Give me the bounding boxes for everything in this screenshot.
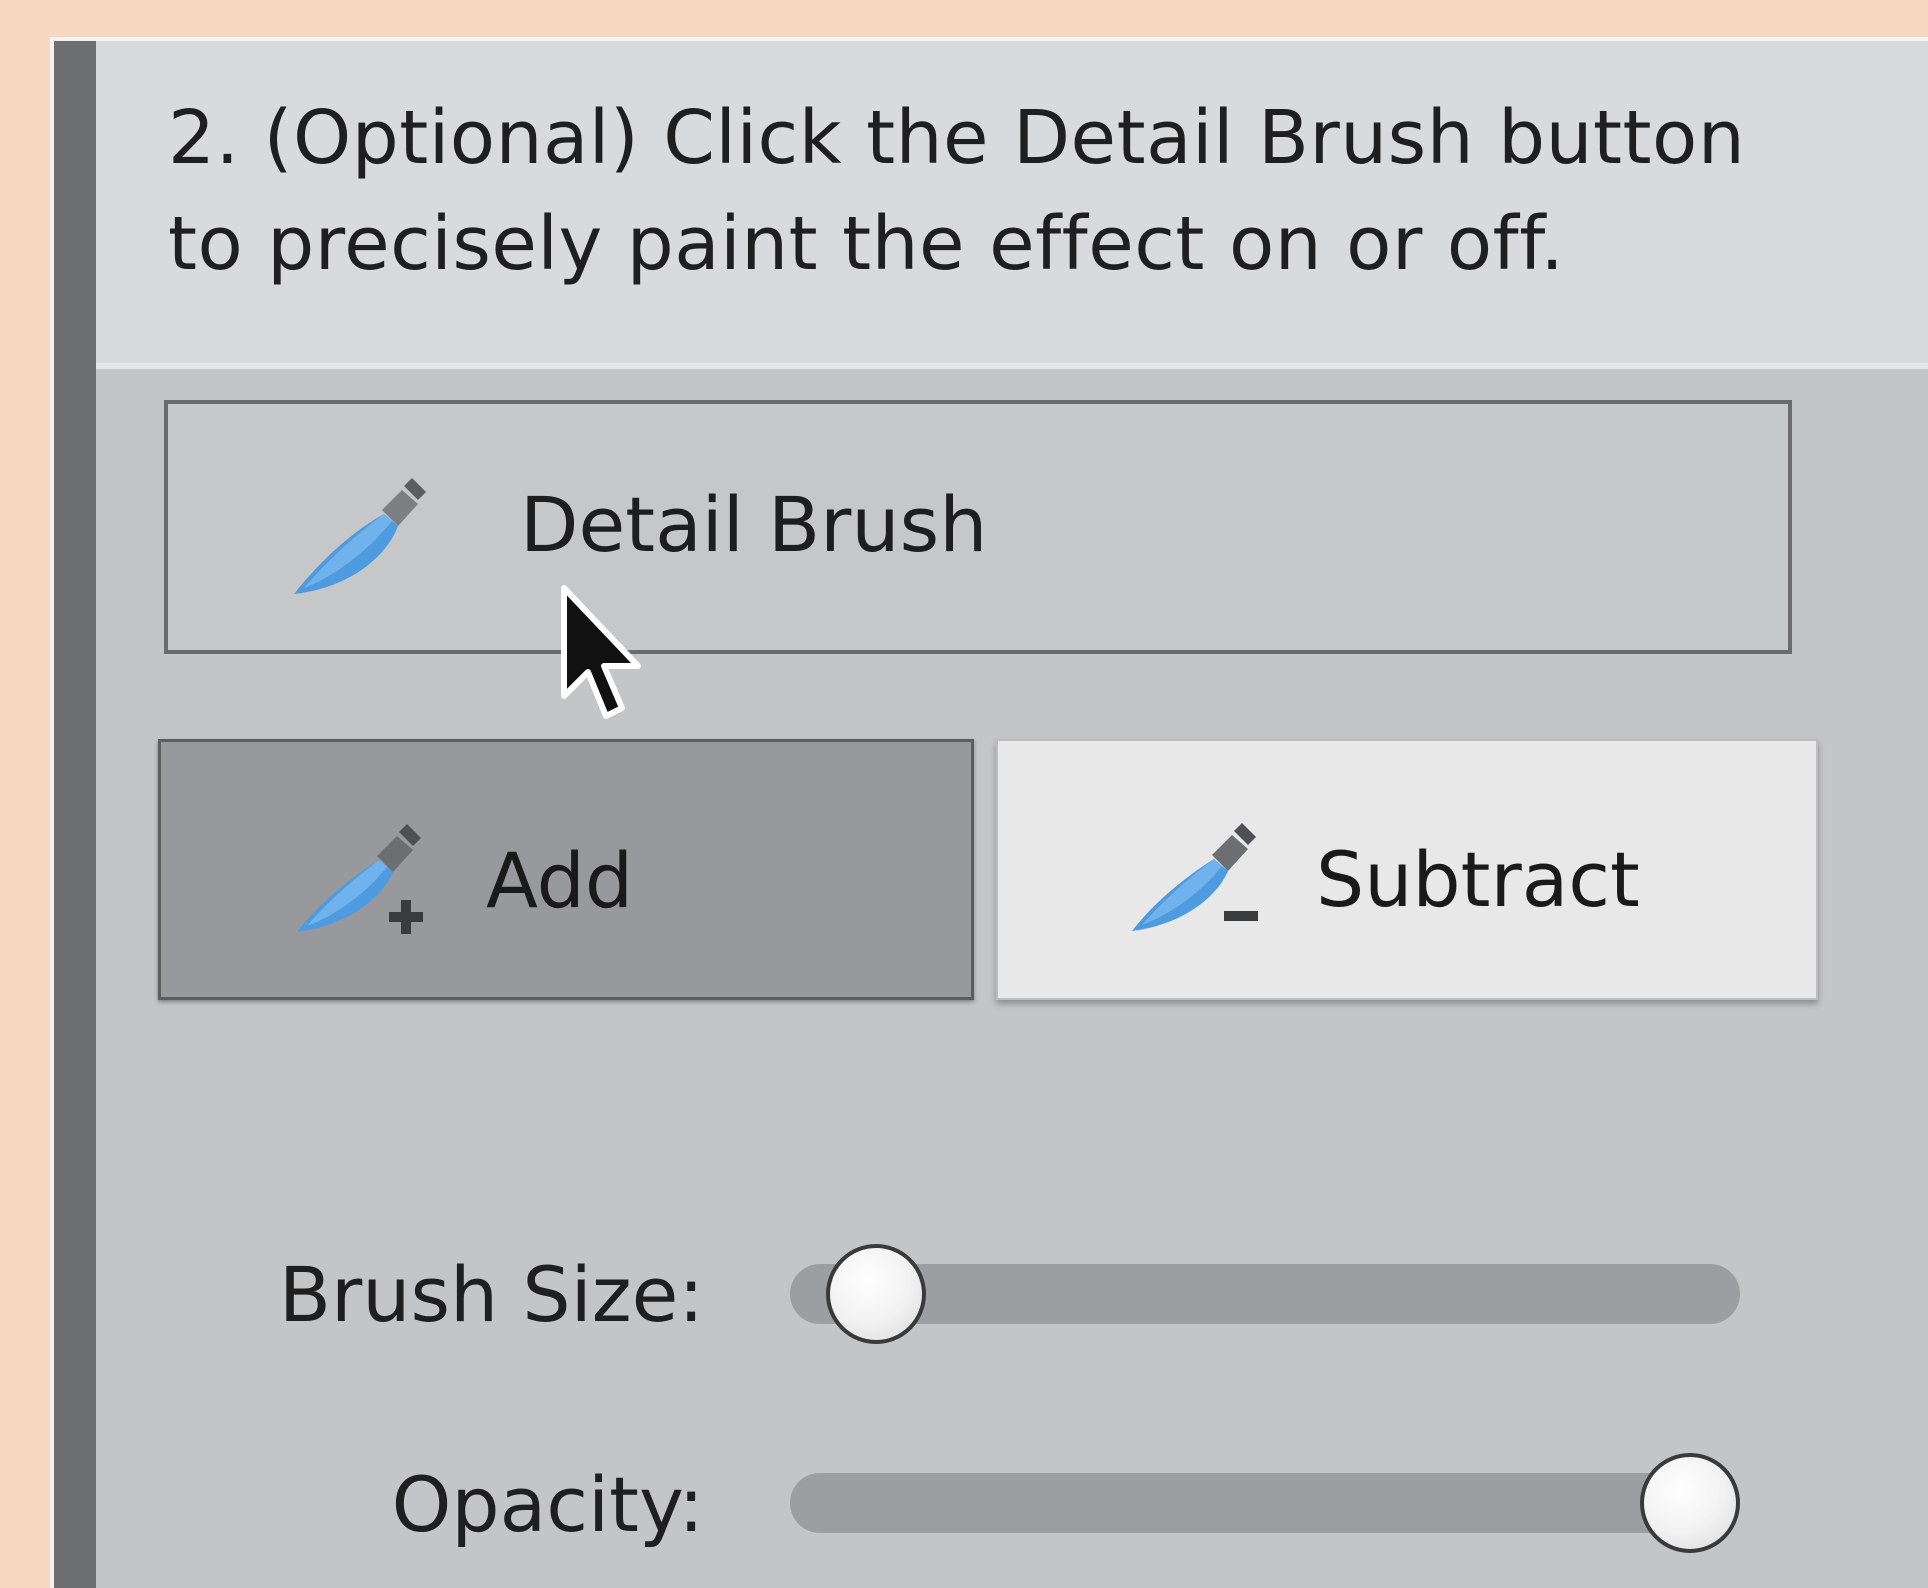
opacity-label: Opacity: — [391, 1460, 704, 1549]
add-label: Add — [486, 836, 634, 925]
brush-subtract-icon — [1132, 823, 1258, 931]
brush-add-icon — [297, 824, 423, 934]
brush-icon — [294, 478, 426, 594]
opacity-slider-thumb[interactable] — [1640, 1453, 1740, 1553]
add-button[interactable]: Add — [158, 739, 974, 1000]
subtract-button[interactable]: Subtract — [996, 739, 1818, 1000]
instruction-box: 2. (Optional) Click the Detail Brush but… — [96, 41, 1928, 369]
brush-size-label: Brush Size: — [278, 1250, 704, 1339]
instruction-text: 2. (Optional) Click the Detail Brush but… — [168, 85, 1868, 297]
instruction-line-1: 2. (Optional) Click the Detail Brush but… — [168, 95, 1746, 181]
brush-size-slider[interactable] — [790, 1244, 1740, 1344]
subtract-label: Subtract — [1316, 835, 1640, 924]
refine-panel: 2. (Optional) Click the Detail Brush but… — [50, 37, 1928, 1588]
panel-edge-bar — [54, 41, 96, 1588]
opacity-slider[interactable] — [790, 1453, 1740, 1553]
instruction-line-2: to precisely paint the effect on or off. — [168, 201, 1565, 287]
brush-size-slider-thumb[interactable] — [826, 1244, 926, 1344]
detail-brush-label: Detail Brush — [520, 480, 988, 569]
detail-brush-button[interactable]: Detail Brush — [164, 400, 1792, 654]
